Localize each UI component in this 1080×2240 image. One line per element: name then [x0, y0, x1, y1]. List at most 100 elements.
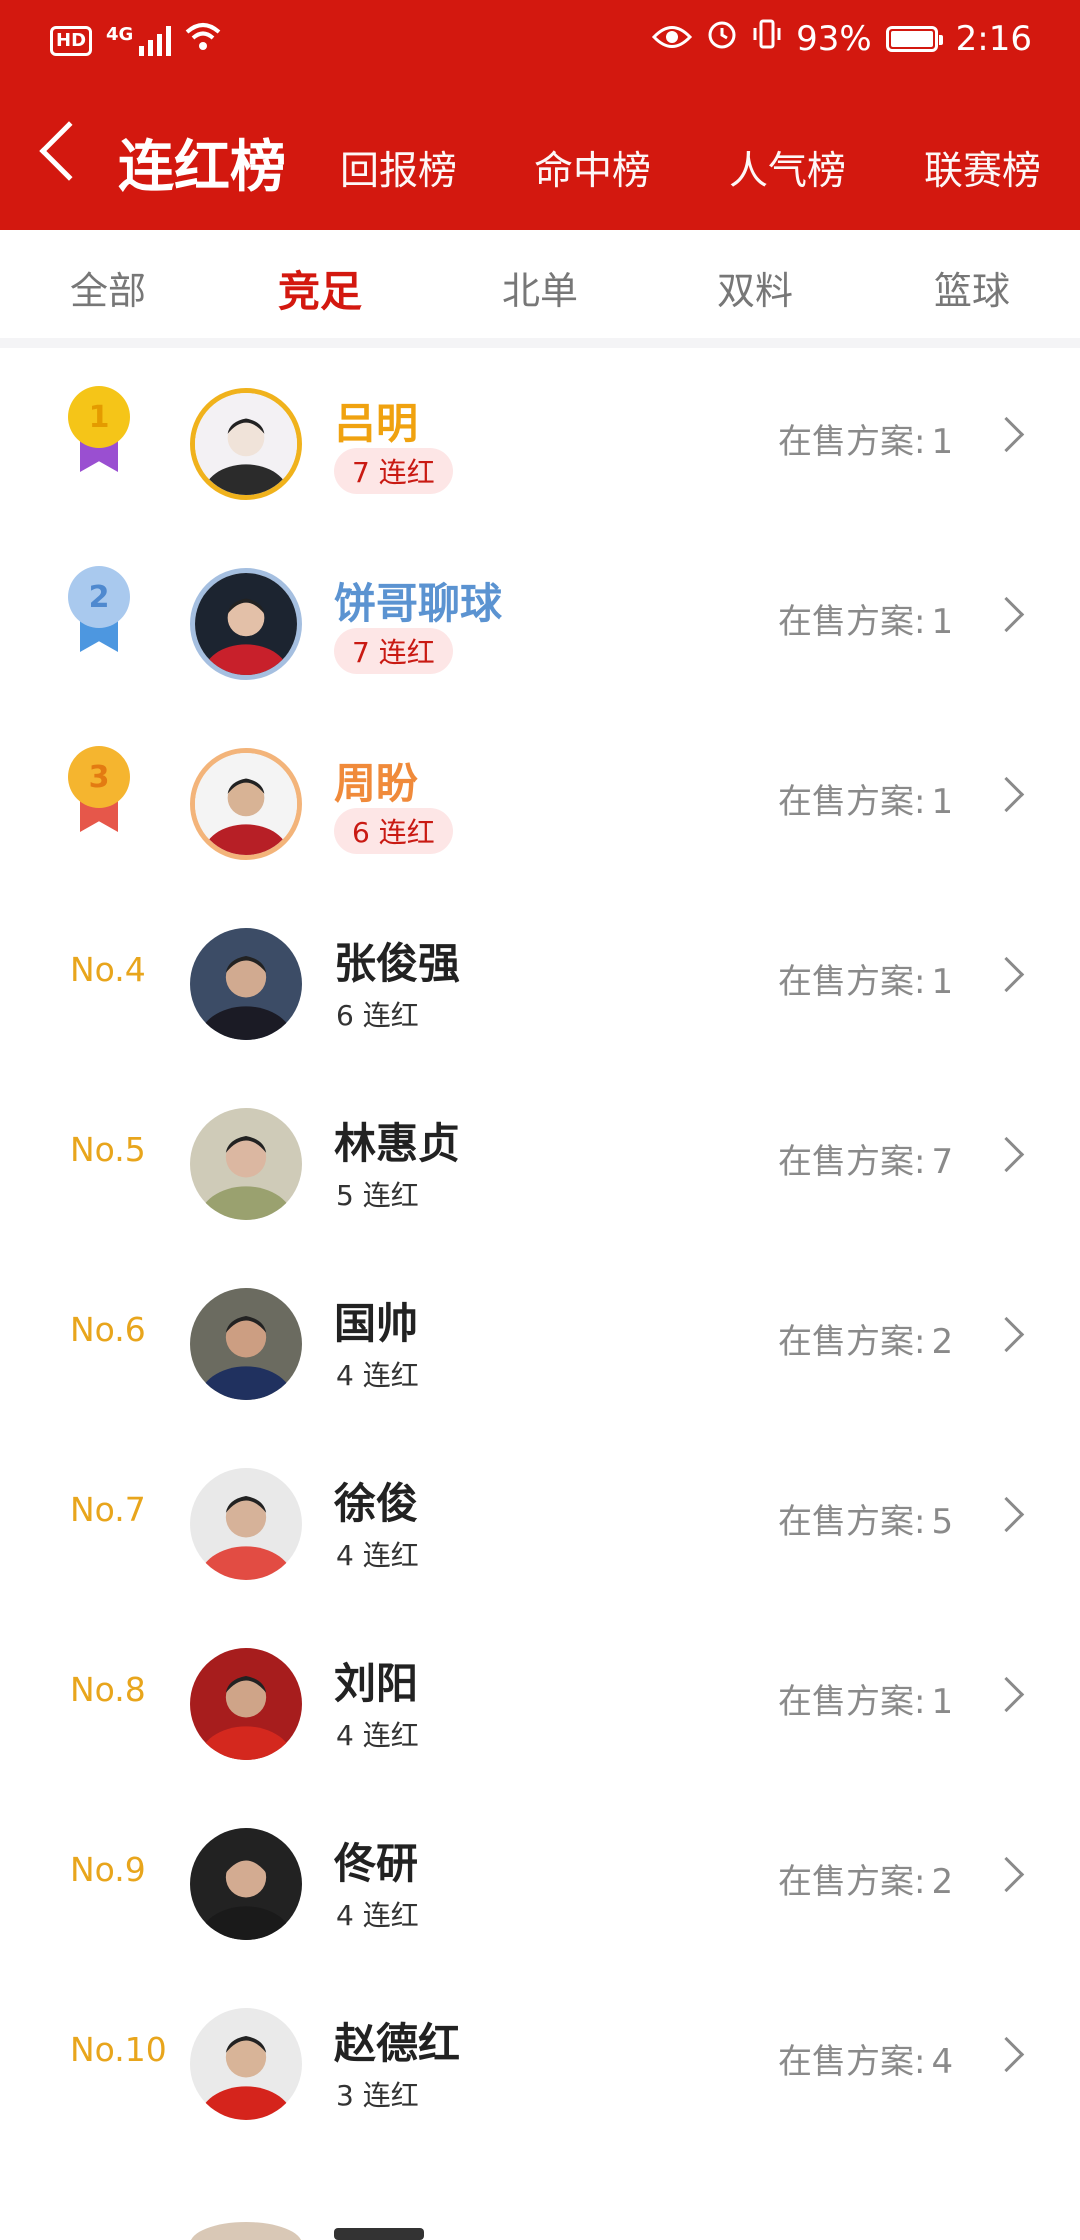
on-sale-label: 在售方案:: [778, 1682, 926, 1722]
on-sale-label: 在售方案:: [778, 1502, 926, 1542]
chevron-right-icon[interactable]: [988, 776, 1025, 813]
on-sale-label: 在售方案:: [778, 962, 926, 1002]
subtab-basketball[interactable]: 篮球: [934, 260, 1010, 315]
on-sale-label: 在售方案:: [778, 602, 926, 642]
on-sale-label: 在售方案:: [778, 782, 926, 822]
expert-name[interactable]: 国帅: [334, 1290, 418, 1351]
list-item[interactable]: No.5 林惠贞 5 连红 在售方案: 7: [0, 1070, 1080, 1250]
chevron-right-icon[interactable]: [988, 2036, 1025, 2073]
chevron-right-icon[interactable]: [988, 1856, 1025, 1893]
chevron-right-icon[interactable]: [988, 1316, 1025, 1353]
expert-name[interactable]: 周盼: [334, 750, 418, 811]
alarm-icon: [706, 18, 738, 59]
rank-medal-icon: 2: [68, 566, 130, 656]
expert-name[interactable]: 刘阳: [334, 1650, 418, 1711]
eye-icon: [651, 19, 693, 59]
list-item[interactable]: No.10 赵德红 3 连红 在售方案: 4: [0, 1970, 1080, 2150]
expert-name[interactable]: 饼哥聊球: [334, 570, 502, 631]
page-title[interactable]: 连红榜: [118, 122, 286, 203]
app-header: HD 4G 93% 2:16 连红榜 回报榜 命中榜 人气榜 联赛榜: [0, 0, 1080, 230]
streak-badge: 4 连红: [336, 1719, 419, 1752]
rank-number: 3: [68, 746, 130, 808]
avatar[interactable]: [190, 1648, 302, 1760]
chevron-right-icon[interactable]: [988, 956, 1025, 993]
on-sale-count[interactable]: 在售方案: 1: [778, 774, 953, 823]
list-item[interactable]: No.8 刘阳 4 连红 在售方案: 1: [0, 1610, 1080, 1790]
list-item[interactable]: 3 周盼 6 连红 在售方案: 1: [0, 710, 1080, 890]
avatar[interactable]: [190, 2008, 302, 2120]
rank-medal-icon: 1: [68, 386, 130, 476]
list-item[interactable]: No.9 佟研 4 连红 在售方案: 2: [0, 1790, 1080, 1970]
chevron-right-icon[interactable]: [988, 1136, 1025, 1173]
expert-name[interactable]: 张俊强: [334, 930, 460, 991]
avatar[interactable]: [190, 388, 302, 500]
on-sale-count[interactable]: 在售方案: 2: [778, 1854, 953, 1903]
on-sale-value: 1: [931, 422, 954, 462]
streak-badge: 4 连红: [336, 1359, 419, 1392]
on-sale-count[interactable]: 在售方案: 1: [778, 1674, 953, 1723]
on-sale-count[interactable]: 在售方案: 1: [778, 414, 953, 463]
avatar[interactable]: [190, 748, 302, 860]
rank-medal-icon: 3: [68, 746, 130, 836]
expert-name[interactable]: 徐俊: [334, 1470, 418, 1531]
avatar[interactable]: [190, 1468, 302, 1580]
on-sale-value: 2: [931, 1862, 954, 1902]
on-sale-label: 在售方案:: [778, 1322, 926, 1362]
on-sale-count[interactable]: 在售方案: 4: [778, 2034, 953, 2083]
tab-hit-ranking[interactable]: 命中榜: [534, 140, 651, 196]
on-sale-value: 4: [931, 2042, 954, 2082]
rank-number: 1: [68, 386, 130, 448]
streak-badge: 5 连红: [336, 1179, 419, 1212]
back-arrow-icon[interactable]: [39, 121, 99, 181]
expert-name[interactable]: 佟研: [334, 1830, 418, 1891]
on-sale-label: 在售方案:: [778, 422, 926, 462]
on-sale-label: 在售方案:: [778, 1862, 926, 1902]
avatar[interactable]: [190, 1288, 302, 1400]
rank-number: No.8: [70, 1670, 146, 1709]
expert-name[interactable]: 赵德红: [334, 2010, 460, 2071]
streak-badge: 4 连红: [336, 1899, 419, 1932]
on-sale-value: 1: [931, 782, 954, 822]
signal-icon: [139, 26, 172, 56]
tab-return-ranking[interactable]: 回报榜: [340, 140, 457, 196]
on-sale-label: 在售方案:: [778, 1142, 926, 1182]
on-sale-value: 7: [931, 1142, 954, 1182]
wifi-icon: [185, 22, 221, 60]
list-item[interactable]: 2 饼哥聊球 7 连红 在售方案: 1: [0, 530, 1080, 710]
chevron-right-icon[interactable]: [988, 596, 1025, 633]
chevron-right-icon[interactable]: [988, 1676, 1025, 1713]
sub-tabs: 全部 竞足 北单 双料 篮球: [0, 230, 1080, 348]
list-item[interactable]: No.4 张俊强 6 连红 在售方案: 1: [0, 890, 1080, 1070]
subtab-beidan[interactable]: 北单: [502, 260, 578, 315]
rank-number: No.9: [70, 1850, 146, 1889]
avatar[interactable]: [190, 1108, 302, 1220]
subtab-jingzu[interactable]: 竞足: [278, 258, 362, 319]
chevron-right-icon[interactable]: [988, 1496, 1025, 1533]
on-sale-value: 1: [931, 602, 954, 642]
subtab-all[interactable]: 全部: [70, 260, 146, 315]
streak-badge: 6 连红: [334, 808, 453, 854]
chevron-right-icon[interactable]: [988, 416, 1025, 453]
avatar[interactable]: [190, 928, 302, 1040]
on-sale-value: 1: [931, 962, 954, 1002]
list-item[interactable]: 1 吕明 7 连红 在售方案: 1: [0, 350, 1080, 530]
vibrate-icon: [752, 18, 782, 59]
on-sale-count[interactable]: 在售方案: 2: [778, 1314, 953, 1363]
list-item[interactable]: No.7 徐俊 4 连红 在售方案: 5: [0, 1430, 1080, 1610]
rank-number: No.6: [70, 1310, 146, 1349]
expert-name[interactable]: 吕明: [334, 390, 418, 451]
streak-badge: 4 连红: [336, 1539, 419, 1572]
on-sale-count[interactable]: 在售方案: 7: [778, 1134, 953, 1183]
top-nav: 连红榜 回报榜 命中榜 人气榜 联赛榜: [0, 110, 1080, 210]
avatar[interactable]: [190, 1828, 302, 1940]
tab-league-ranking[interactable]: 联赛榜: [924, 140, 1041, 196]
subtab-shuangliao[interactable]: 双料: [717, 260, 793, 315]
on-sale-count[interactable]: 在售方案: 1: [778, 954, 953, 1003]
avatar[interactable]: [190, 568, 302, 680]
on-sale-count[interactable]: 在售方案: 1: [778, 594, 953, 643]
tab-popularity-ranking[interactable]: 人气榜: [729, 140, 846, 196]
rank-number: No.7: [70, 1490, 146, 1529]
on-sale-count[interactable]: 在售方案: 5: [778, 1494, 953, 1543]
expert-name[interactable]: 林惠贞: [334, 1110, 460, 1171]
list-item[interactable]: No.6 国帅 4 连红 在售方案: 2: [0, 1250, 1080, 1430]
